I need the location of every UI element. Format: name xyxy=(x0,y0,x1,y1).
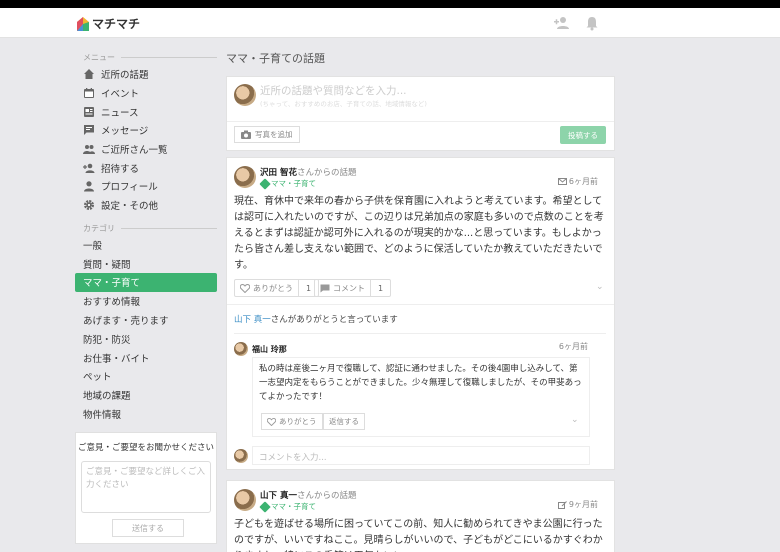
menu-section-title: メニュー xyxy=(75,52,217,63)
feedback-textarea[interactable]: ご意見・ご要望など詳しくご入力ください xyxy=(81,461,211,513)
add-photo-label: 写真を追加 xyxy=(255,130,293,139)
invite-icon xyxy=(83,163,95,173)
thanks-notice: 山下 真一さんがありがとうと言っています xyxy=(234,315,398,325)
comment-count: 1 xyxy=(370,280,390,296)
post-body: 子どもを遊ばせる場所に困っていてこの前、知人に勧められてきやま公園に行ったのです… xyxy=(234,519,603,552)
reply-time: 6ヶ月前 xyxy=(558,342,588,351)
chevron-down-icon[interactable]: ⌄ xyxy=(596,282,604,292)
sidebar-item-neighbors[interactable]: ご近所さん一覧 xyxy=(75,140,217,159)
notification-bell-icon[interactable] xyxy=(584,15,600,31)
tag-icon xyxy=(259,177,271,190)
post-time: 6ヶ月前 xyxy=(557,176,598,187)
sidebar-item-events[interactable]: イベント xyxy=(75,84,217,103)
post-author[interactable]: 山下 真一さんからの話題 xyxy=(260,489,356,501)
app-logo[interactable]: マチマチ xyxy=(77,15,140,32)
divider xyxy=(227,121,614,122)
category-section-title: カテゴリ xyxy=(75,223,217,234)
sidebar-item-topics[interactable]: 近所の話題 xyxy=(75,65,217,84)
tag-icon xyxy=(259,500,271,513)
post-category-tag[interactable]: ママ・子育て xyxy=(259,177,316,190)
sidebar-item-label: 招待する xyxy=(101,163,140,175)
thanks-button[interactable]: ありがとう 1 xyxy=(234,279,320,297)
envelope-icon xyxy=(557,178,567,185)
post-card: 沢田 智花さんからの話題 ママ・子育て 6ヶ月前 現在、育休中で来年の春から子供… xyxy=(226,157,615,470)
sidebar: メニュー 近所の話題 イベント ニュース メッセージ ご近所さん一覧 招待する … xyxy=(75,38,217,423)
thanks-label: ありがとう xyxy=(253,283,293,293)
comment-input[interactable]: コメントを入力... xyxy=(252,446,590,465)
camera-icon xyxy=(241,130,251,139)
app-header: マチマチ xyxy=(0,8,780,38)
app-name: マチマチ xyxy=(92,17,141,31)
sidebar-item-label: メッセージ xyxy=(101,126,149,138)
add-photo-button[interactable]: 写真を追加 xyxy=(234,126,300,143)
news-icon xyxy=(84,106,94,117)
category-giveaway-sell[interactable]: あげます・売ります xyxy=(75,311,217,330)
post-composer: 近所の話題や質問などを入力... (ちゃって、おすすめのお店、子育ての話、地域情… xyxy=(226,76,615,151)
message-icon xyxy=(84,125,94,136)
category-safety[interactable]: 防犯・防災 xyxy=(75,329,217,348)
feedback-submit-button[interactable]: 送信する xyxy=(112,519,184,537)
gear-icon xyxy=(84,200,94,211)
avatar xyxy=(234,84,256,106)
sidebar-item-label: プロフィール xyxy=(101,182,158,194)
logo-house-icon xyxy=(77,16,89,31)
avatar xyxy=(234,449,248,463)
avatar[interactable] xyxy=(234,342,248,356)
reply-author[interactable]: 福山 玲那 xyxy=(252,344,287,355)
add-friend-icon[interactable] xyxy=(554,15,570,31)
sidebar-item-invite[interactable]: 招待する xyxy=(75,158,217,177)
category-property[interactable]: 物件情報 xyxy=(75,405,217,424)
reply-thanks-label: ありがとう xyxy=(279,417,317,426)
composer-input[interactable]: 近所の話題や質問などを入力... xyxy=(260,83,407,98)
category-parenting[interactable]: ママ・子育て xyxy=(75,273,217,292)
calendar-icon xyxy=(84,88,94,99)
comment-button[interactable]: コメント 1 xyxy=(314,279,392,297)
reply-thanks-button[interactable]: ありがとう xyxy=(261,413,323,430)
sidebar-item-news[interactable]: ニュース xyxy=(75,102,217,121)
post-submit-button[interactable]: 投稿する xyxy=(560,126,606,144)
sidebar-item-settings[interactable]: 設定・その他 xyxy=(75,196,217,215)
reply-reply-button[interactable]: 返信する xyxy=(323,413,365,430)
category-jobs[interactable]: お仕事・バイト xyxy=(75,348,217,367)
heart-icon xyxy=(240,283,250,293)
post-body: 現在、育休中で来年の春から子供を保育園に入れようと考えています。希望としては認可… xyxy=(234,196,604,271)
window-top-bar xyxy=(0,0,780,8)
divider xyxy=(227,304,614,305)
post-time: 9ヶ月前 xyxy=(557,499,598,510)
post-author[interactable]: 沢田 智花さんからの話題 xyxy=(260,166,356,178)
category-recommendations[interactable]: おすすめ情報 xyxy=(75,292,217,311)
sidebar-item-messages[interactable]: メッセージ xyxy=(75,121,217,140)
sidebar-item-label: ご近所さん一覧 xyxy=(101,145,168,157)
reply-box: 私の時は産後二ヶ月で復職して、認証に通わせました。その後4園申し込みして、第一志… xyxy=(252,357,590,437)
edit-icon xyxy=(557,500,567,509)
comment-icon xyxy=(320,284,330,292)
home-icon xyxy=(84,69,94,80)
sidebar-item-label: ニュース xyxy=(101,107,139,119)
thanks-user-link[interactable]: 山下 真一 xyxy=(234,315,271,325)
composer-hint: (ちゃって、おすすめのお店、子育ての話、地域情報など) xyxy=(260,100,427,108)
feedback-box: ご意見・ご要望をお聞かせください ご意見・ご要望など詳しくご入力ください 送信す… xyxy=(75,432,217,544)
category-pets[interactable]: ペット xyxy=(75,367,217,386)
category-local-issues[interactable]: 地域の課題 xyxy=(75,386,217,405)
category-general[interactable]: 一般 xyxy=(75,236,217,255)
feedback-title: ご意見・ご要望をお聞かせください xyxy=(77,443,214,453)
people-icon xyxy=(83,145,95,155)
chevron-down-icon[interactable]: ⌄ xyxy=(571,415,579,425)
category-questions[interactable]: 質問・疑問 xyxy=(75,254,217,273)
post-category-tag[interactable]: ママ・子育て xyxy=(259,500,316,513)
avatar[interactable] xyxy=(234,166,256,188)
heart-icon xyxy=(267,417,276,426)
sidebar-item-label: イベント xyxy=(101,89,140,101)
person-icon xyxy=(84,181,94,192)
post-card: 山下 真一さんからの話題 ママ・子育て 9ヶ月前 子どもを遊ばせる場所に困ってい… xyxy=(226,480,615,552)
sidebar-item-label: 近所の話題 xyxy=(101,70,149,82)
sidebar-item-profile[interactable]: プロフィール xyxy=(75,177,217,196)
divider xyxy=(234,333,606,334)
reply-body: 私の時は産後二ヶ月で復職して、認証に通わせました。その後4園申し込みして、第一志… xyxy=(259,364,582,403)
comment-label: コメント xyxy=(333,283,365,293)
sidebar-item-label: 設定・その他 xyxy=(101,201,159,213)
page-title: ママ・子育ての話題 xyxy=(226,52,325,65)
avatar[interactable] xyxy=(234,489,256,511)
